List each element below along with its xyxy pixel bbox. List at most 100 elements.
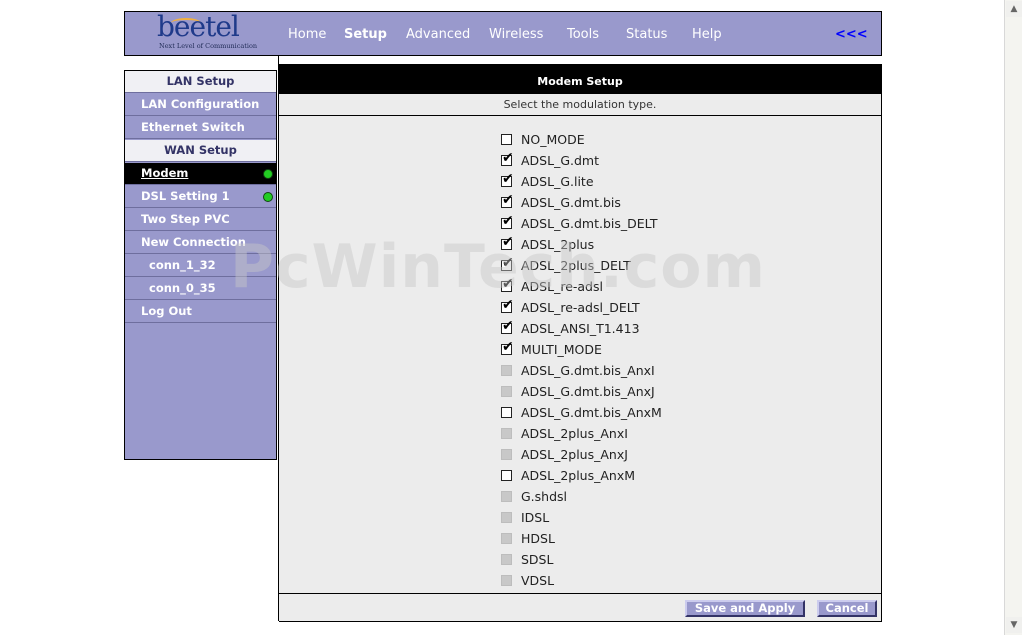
header-bar: beetel Next Level of Communication Home …: [124, 10, 882, 56]
nav-status[interactable]: Status: [626, 27, 667, 42]
checkmark-icon: ✔: [502, 192, 514, 208]
modulation-checkbox[interactable]: ✔: [501, 214, 514, 229]
modulation-option-label: ADSL_2plus: [521, 237, 595, 252]
modulation-checkbox: [501, 386, 512, 397]
checkmark-icon: ✔: [502, 213, 514, 229]
modulation-checkbox[interactable]: [501, 407, 512, 418]
sidebar-section-wan-setup: WAN Setup: [125, 140, 276, 162]
modulation-option-label: ADSL_G.dmt.bis_AnxI: [521, 363, 655, 378]
modulation-checkbox: [501, 491, 512, 502]
divider: [279, 593, 881, 594]
modulation-option[interactable]: ADSL_2plus_AnxM: [501, 468, 801, 488]
modulation-checkbox[interactable]: ✔: [501, 319, 514, 334]
logo-text: beetel: [157, 10, 240, 43]
modem-setup-panel: Modem Setup Select the modulation type. …: [279, 70, 882, 622]
modulation-checkbox: [501, 449, 512, 460]
modulation-option-label: IDSL: [521, 510, 550, 525]
sidebar-item-new-connection[interactable]: New Connection: [125, 232, 276, 254]
modulation-checkbox[interactable]: [501, 134, 512, 145]
modulation-checkbox[interactable]: ✔: [501, 340, 514, 355]
checkmark-icon: ✔: [502, 276, 514, 292]
modulation-option[interactable]: ✔ ADSL_2plus: [501, 235, 801, 257]
modulation-option-label: G.shdsl: [521, 489, 568, 504]
modulation-checkbox[interactable]: ✔: [501, 256, 514, 271]
beetel-logo[interactable]: beetel Next Level of Communication: [157, 10, 257, 52]
scroll-down-arrow-icon[interactable]: ▼: [1006, 617, 1022, 633]
modulation-option[interactable]: ✔ ADSL_re-adsl_DELT: [501, 298, 801, 320]
modulation-option-label: ADSL_G.dmt.bis: [521, 195, 621, 210]
nav-tools[interactable]: Tools: [567, 27, 599, 42]
modulation-option[interactable]: ✔ ADSL_G.lite: [501, 172, 801, 194]
modulation-checkbox[interactable]: ✔: [501, 235, 514, 250]
modulation-checkbox[interactable]: ✔: [501, 298, 514, 313]
modulation-option-label: MULTI_MODE: [521, 342, 602, 357]
checkmark-icon: ✔: [502, 234, 514, 250]
scroll-up-arrow-icon[interactable]: ▲: [1006, 1, 1022, 17]
nav-setup[interactable]: Setup: [344, 27, 387, 42]
nav-help[interactable]: Help: [692, 27, 722, 42]
modulation-option-label: ADSL_re-adsl_DELT: [521, 300, 640, 315]
checkmark-icon: ✔: [502, 255, 514, 271]
modulation-option: HDSL: [501, 531, 801, 551]
modulation-option-label: ADSL_re-adsl: [521, 279, 603, 294]
nav-advanced[interactable]: Advanced: [406, 27, 470, 42]
modulation-option-label: ADSL_G.dmt.bis_AnxM: [521, 405, 662, 420]
modulation-option: ADSL_2plus_AnxI: [501, 426, 801, 446]
modulation-checkbox: [501, 365, 512, 376]
nav-wireless[interactable]: Wireless: [489, 27, 543, 42]
modulation-option-label: VDSL: [521, 573, 555, 588]
modulation-option[interactable]: ✔ MULTI_MODE: [501, 340, 801, 362]
sidebar-item-dsl-setting-1[interactable]: DSL Setting 1: [125, 186, 276, 208]
modulation-option-label: ADSL_G.dmt: [521, 153, 599, 168]
modulation-checkbox[interactable]: ✔: [501, 172, 514, 187]
modulation-option: G.shdsl: [501, 489, 801, 509]
checkmark-icon: ✔: [502, 318, 514, 334]
modulation-checkbox[interactable]: [501, 470, 512, 481]
modulation-option-label: ADSL_G.dmt.bis_DELT: [521, 216, 658, 231]
sidebar-item-conn-1-32[interactable]: conn_1_32: [125, 255, 276, 277]
sidebar: LAN Setup LAN Configuration Ethernet Swi…: [124, 70, 277, 460]
modulation-option: ADSL_2plus_AnxJ: [501, 447, 801, 467]
sidebar-item-modem[interactable]: Modem: [125, 163, 276, 185]
modulation-option[interactable]: ✔ ADSL_G.dmt.bis_DELT: [501, 214, 801, 236]
modulation-checkbox[interactable]: ✔: [501, 277, 514, 292]
status-dot-icon: [263, 192, 273, 202]
modulation-option: ADSL_G.dmt.bis_AnxI: [501, 363, 801, 383]
save-and-apply-button[interactable]: Save and Apply: [685, 600, 805, 617]
modulation-option-label: ADSL_2plus_AnxI: [521, 426, 628, 441]
sidebar-item-conn-0-35[interactable]: conn_0_35: [125, 278, 276, 300]
modulation-checkbox[interactable]: ✔: [501, 193, 514, 208]
modulation-option-label: ADSL_2plus_AnxJ: [521, 447, 628, 462]
modulation-option-label: ADSL_G.dmt.bis_AnxJ: [521, 384, 655, 399]
modulation-option[interactable]: ✔ ADSL_re-adsl: [501, 277, 801, 299]
checkmark-icon: ✔: [502, 339, 514, 355]
modulation-checkbox: [501, 554, 512, 565]
modulation-option[interactable]: ADSL_G.dmt.bis_AnxM: [501, 405, 801, 425]
vertical-scrollbar[interactable]: ▲ ▼: [1004, 0, 1022, 635]
sidebar-item-ethernet-switch[interactable]: Ethernet Switch: [125, 117, 276, 139]
modulation-option[interactable]: ✔ ADSL_ANSI_T1.413: [501, 319, 801, 341]
sidebar-item-lan-configuration[interactable]: LAN Configuration: [125, 94, 276, 116]
modulation-checkbox: [501, 533, 512, 544]
nav-home[interactable]: Home: [288, 27, 326, 42]
sidebar-section-lan-setup: LAN Setup: [125, 71, 276, 93]
modulation-option[interactable]: ✔ ADSL_2plus_DELT: [501, 256, 801, 278]
modulation-option-label: ADSL_2plus_AnxM: [521, 468, 636, 483]
modulation-option[interactable]: ✔ ADSL_G.dmt.bis: [501, 193, 801, 215]
modulation-checkbox: [501, 575, 512, 586]
modulation-option-label: HDSL: [521, 531, 555, 546]
modulation-option: VDSL: [501, 573, 801, 593]
modulation-option-label: ADSL_G.lite: [521, 174, 594, 189]
checkmark-icon: ✔: [502, 297, 514, 313]
sidebar-item-two-step-pvc[interactable]: Two Step PVC: [125, 209, 276, 231]
page-title: Modem Setup: [279, 70, 881, 94]
cancel-button[interactable]: Cancel: [817, 600, 877, 617]
modulation-option-label: SDSL: [521, 552, 554, 567]
modulation-checkbox[interactable]: ✔: [501, 151, 514, 166]
collapse-menu-link[interactable]: <<<: [835, 27, 868, 42]
logo-tagline: Next Level of Communication: [159, 42, 258, 50]
modulation-option[interactable]: NO_MODE: [501, 132, 801, 152]
checkmark-icon: ✔: [502, 150, 514, 166]
sidebar-item-log-out[interactable]: Log Out: [125, 301, 276, 323]
modulation-option[interactable]: ✔ ADSL_G.dmt: [501, 151, 801, 173]
